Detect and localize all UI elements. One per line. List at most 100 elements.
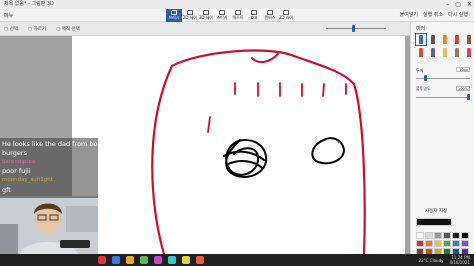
tool-tabs: 브러시2D 셰이프3D 셰이프스티커 텍스트 효과 캔버스3D 라이브러리 (166, 9, 294, 38)
brush-option[interactable] (464, 47, 474, 58)
selection-tools: 선택 자르기 매직 선택 (4, 26, 80, 32)
tool-tab[interactable]: 텍스트 (230, 9, 246, 22)
taskbar-app-icon[interactable] (126, 256, 134, 264)
close-icon[interactable]: ✕ (467, 0, 472, 9)
ribbon-right: 붙여넣기 실행 취소 다시 실행 (400, 11, 468, 18)
chat-message: poor fujii (2, 167, 31, 175)
tool-label: 효과 (250, 15, 258, 20)
paint3d-window: 제목 없음* - 그림판 3D – ▢ ✕ 메뉴 브러시2D 셰이프3D 셰이프… (0, 0, 474, 266)
taskbar-app-icon[interactable] (154, 256, 162, 264)
panel-title: 마커 (416, 26, 426, 32)
brush-option[interactable] (428, 34, 438, 45)
brush-tip-icon (467, 48, 471, 57)
stream-chat-overlay: He looks like the dad from bobs burgers … (0, 138, 105, 198)
tool-tab[interactable]: 스티커 (214, 9, 230, 22)
color-swatch[interactable] (461, 232, 469, 239)
taskbar-app-icon[interactable] (182, 256, 190, 264)
thickness-value[interactable]: 10px (456, 67, 470, 72)
opacity-value[interactable]: 100% (456, 86, 470, 91)
clock-date: 4/16/2021 (449, 260, 470, 265)
weather-status[interactable]: 22°C Cloudy (419, 258, 444, 263)
taskbar-app-icon[interactable] (112, 256, 120, 264)
red-hair-notch (251, 53, 279, 64)
opacity-label: 불투명도 (416, 86, 431, 91)
brush-tip-icon (419, 48, 423, 57)
color-swatch[interactable] (434, 240, 442, 247)
color-swatch[interactable] (452, 240, 460, 247)
brush-tip-icon (431, 35, 435, 44)
tool-tab[interactable]: 브러시 (166, 9, 182, 22)
current-color-swatch[interactable] (416, 218, 452, 226)
brush-option[interactable] (452, 34, 462, 45)
tool-tab[interactable]: 3D 셰이프 (198, 9, 214, 38)
brush-option[interactable] (416, 47, 426, 58)
chat-username: moonday_sun1ght (2, 177, 53, 183)
clock[interactable]: 11:24 PM 4/16/2021 (449, 255, 470, 265)
tool-icon (171, 10, 177, 15)
system-tray: 22°C Cloudy 11:24 PM 4/16/2021 (419, 255, 470, 265)
taskbar-app-icon[interactable] (196, 256, 204, 264)
brush-option[interactable] (428, 47, 438, 58)
chat-message: He looks like the dad from bobs (2, 140, 105, 148)
chat-message: gft (2, 186, 11, 194)
title-bar: 제목 없음* - 그림판 3D – ▢ ✕ (0, 0, 474, 9)
bang-stroke (322, 83, 325, 97)
window-title: 제목 없음* - 그림판 3D (4, 1, 54, 7)
brush-option[interactable] (440, 47, 450, 58)
color-swatch[interactable] (461, 240, 469, 247)
maximize-icon[interactable]: ▢ (455, 0, 461, 9)
thickness-slider-thumb[interactable] (424, 75, 427, 81)
color-swatch[interactable] (416, 232, 424, 239)
color-swatch[interactable] (425, 240, 433, 247)
zoom-slider[interactable] (326, 28, 386, 29)
magic-select-button[interactable]: 매직 선택 (56, 26, 80, 32)
tool-tab[interactable]: 캔버스 (262, 9, 278, 22)
taskbar-app-icon[interactable] (98, 256, 106, 264)
custom-color-label[interactable]: 사용자 지정 (425, 208, 447, 214)
webcam-feed (0, 196, 98, 254)
tool-label: 스티커 (216, 15, 228, 20)
zoom-slider-thumb[interactable] (352, 25, 355, 32)
taskbar: 22°C Cloudy 11:24 PM 4/16/2021 (0, 254, 474, 266)
brush-panel: 마커 두께 10px 불투명도 100% 사용자 지정 (410, 22, 474, 255)
thickness-label: 두께 (416, 68, 424, 73)
brush-option[interactable] (452, 47, 462, 58)
brush-tip-icon (467, 35, 471, 44)
secondary-toolbar: 선택 자르기 매직 선택 (0, 22, 410, 36)
brush-tip-icon (419, 35, 423, 44)
redo-button[interactable]: 다시 실행 (448, 11, 468, 18)
menu-button[interactable]: 메뉴 (4, 12, 13, 19)
select-button[interactable]: 선택 (4, 26, 18, 32)
tool-label: 텍스트 (232, 15, 244, 20)
window-controls: – ▢ ✕ (446, 0, 472, 9)
undo-button[interactable]: 실행 취소 (423, 11, 443, 18)
crop-button[interactable]: 자르기 (28, 26, 46, 32)
brush-tip-icon (443, 35, 447, 44)
brush-option[interactable] (464, 34, 474, 45)
taskbar-app-icon[interactable] (140, 256, 148, 264)
brush-tip-icon (455, 35, 459, 44)
opacity-slider[interactable] (416, 97, 470, 98)
color-swatch[interactable] (443, 232, 451, 239)
color-swatch[interactable] (452, 232, 460, 239)
opacity-slider-thumb[interactable] (467, 94, 470, 100)
taskbar-app-icon[interactable] (168, 256, 176, 264)
brush-tip-icon (455, 48, 459, 57)
tool-icon (267, 10, 273, 15)
tool-icon (203, 10, 209, 15)
color-swatch[interactable] (425, 232, 433, 239)
tool-tab[interactable]: 3D 라이브러리 (278, 9, 294, 38)
tool-icon (187, 10, 193, 15)
tool-tab[interactable]: 효과 (246, 9, 262, 22)
tool-tab[interactable]: 2D 셰이프 (182, 9, 198, 38)
minimize-icon[interactable]: – (446, 0, 449, 9)
color-swatch[interactable] (443, 240, 451, 247)
bang-stroke (207, 116, 211, 133)
brush-option[interactable] (440, 34, 450, 45)
brush-option[interactable] (415, 33, 427, 46)
paste-button[interactable]: 붙여넣기 (400, 11, 418, 18)
color-swatch[interactable] (434, 232, 442, 239)
brush-grid (415, 33, 474, 58)
taskbar-apps (98, 256, 204, 264)
color-swatch[interactable] (416, 240, 424, 247)
